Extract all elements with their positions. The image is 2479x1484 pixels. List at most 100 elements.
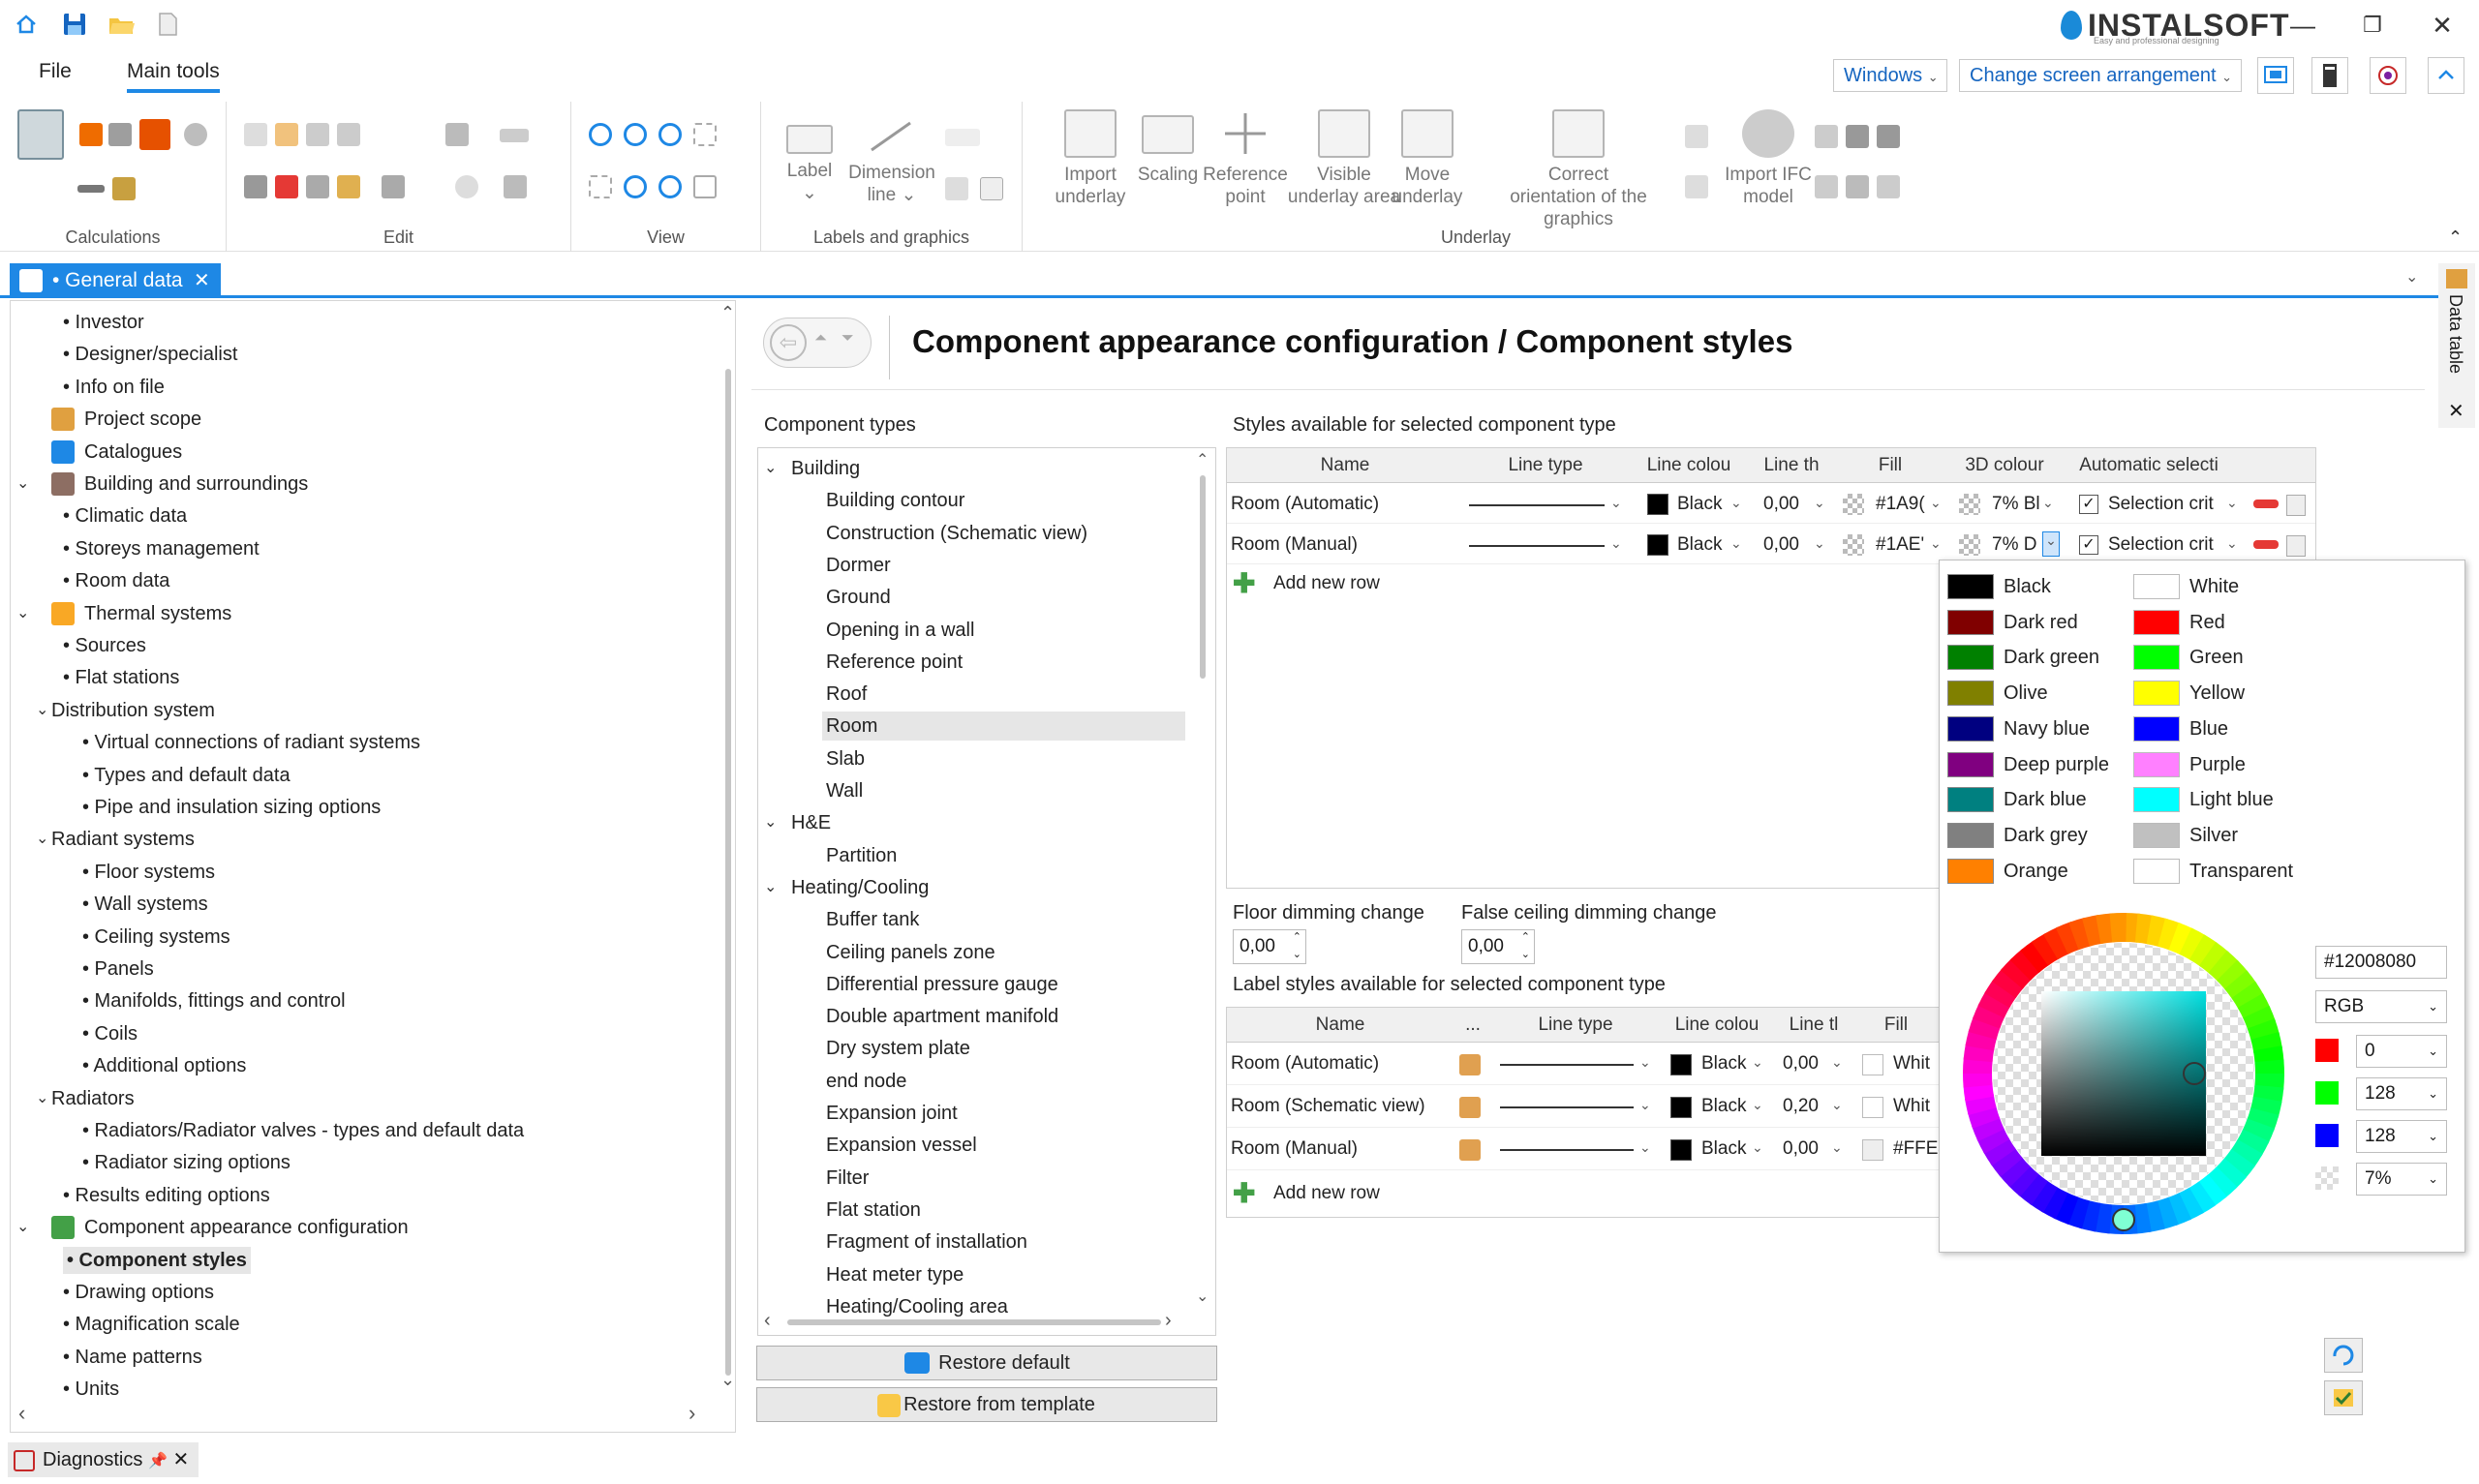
chevron-down-icon[interactable]: ⌄ <box>2042 531 2060 557</box>
page-icon[interactable] <box>980 177 1003 200</box>
component-type-item[interactable]: Differential pressure gauge <box>826 970 1058 999</box>
tree-item[interactable]: • Pipe and insulation sizing options <box>82 794 381 821</box>
tree-item[interactable]: Thermal systems <box>84 600 231 627</box>
col-line-thickness[interactable]: Line th <box>1750 448 1833 483</box>
copy-row-icon[interactable] <box>2286 495 2306 516</box>
color-name[interactable]: Olive <box>2004 681 2048 706</box>
component-type-item[interactable]: Ceiling panels zone <box>826 938 995 967</box>
boiler-icon[interactable] <box>79 123 103 146</box>
col-line-type[interactable]: Line type <box>1463 448 1628 483</box>
col-name[interactable]: Name <box>1227 448 1463 483</box>
tree-item[interactable]: Radiant systems <box>51 826 195 853</box>
color-name[interactable]: Dark green <box>2004 645 2099 670</box>
calculations-table-icon[interactable] <box>17 109 64 160</box>
open-folder-icon[interactable] <box>107 10 136 39</box>
tree-item[interactable]: • Wall systems <box>82 891 208 918</box>
tree-item[interactable]: • Flat stations <box>63 664 179 691</box>
tree-item[interactable]: • Virtual connections of radiant systems <box>82 729 420 756</box>
chevron-down-icon[interactable]: ⌄ <box>1639 1054 1651 1071</box>
styles-row[interactable]: Room (Manual) ⌄ Black ⌄ 0,00 ⌄ #1AE' ⌄ 7% D ⌄ ✓ Sel… <box>1227 526 2315 564</box>
move-icon[interactable] <box>382 175 405 198</box>
align-icon[interactable] <box>445 123 469 146</box>
color-swatch[interactable] <box>2133 858 2180 884</box>
label-settings-icon[interactable] <box>1459 1097 1481 1118</box>
red-input[interactable]: 0 ⌄ <box>2356 1035 2447 1068</box>
color-swatch[interactable] <box>1947 787 1994 813</box>
tree-item[interactable]: Distribution system <box>51 697 215 724</box>
color-name[interactable]: Purple <box>2189 752 2246 777</box>
color-swatch[interactable] <box>2133 574 2180 599</box>
new-file-icon[interactable] <box>153 10 182 39</box>
color-name[interactable]: Yellow <box>2189 681 2245 706</box>
tree-scroll-left-icon[interactable]: ‹ <box>18 1401 25 1426</box>
tree-item[interactable]: • Manifolds, fittings and control <box>82 987 346 1015</box>
tree-item[interactable]: • Magnification scale <box>63 1311 240 1338</box>
color-name[interactable]: Red <box>2189 610 2225 635</box>
chevron-down-icon[interactable]: ⌄ <box>1639 1097 1651 1113</box>
color-swatch[interactable] <box>1947 822 1994 848</box>
green-input[interactable]: 128 ⌄ <box>2356 1077 2447 1110</box>
zoom-window-icon[interactable] <box>693 123 717 146</box>
component-type-item[interactable]: Wall <box>826 776 863 805</box>
component-type-item[interactable]: Construction (Schematic view) <box>826 519 1087 548</box>
tree-item[interactable]: • Designer/specialist <box>63 341 237 368</box>
label-style-row[interactable]: Room (Manual) ⌄ Black ⌄ 0,00 ⌄ #FFE4 <box>1227 1130 1948 1170</box>
lcol-fill[interactable]: Fill <box>1852 1008 1940 1043</box>
label-add-row[interactable]: ✚ Add new row <box>1227 1174 1942 1213</box>
styles-row[interactable]: Room (Automatic) ⌄ Black ⌄ 0,00 ⌄ #1A9(⌄ 7% Bl ⌄… <box>1227 485 2315 524</box>
blue-input[interactable]: 128 ⌄ <box>2356 1120 2447 1153</box>
dimension-icon[interactable] <box>500 129 529 142</box>
color-swatch[interactable] <box>1947 858 1994 884</box>
color-swatch[interactable] <box>2133 609 2180 635</box>
radiator-icon[interactable] <box>108 123 132 146</box>
zoom-all-icon[interactable] <box>658 175 682 198</box>
drop-settings-icon[interactable] <box>2370 57 2406 94</box>
component-type-item[interactable]: Ground <box>826 583 891 612</box>
color-swatch[interactable] <box>2133 681 2180 707</box>
underlay-tool-4-icon[interactable] <box>1815 175 1838 198</box>
layout-icon[interactable] <box>2257 57 2294 94</box>
color-name[interactable]: Dark blue <box>2004 787 2087 812</box>
chevron-down-icon[interactable]: ⌄ <box>2226 535 2238 552</box>
apply-template-button[interactable] <box>2324 1380 2363 1415</box>
types-scroll-right-icon[interactable]: › <box>1165 1310 1172 1332</box>
chevron-down-icon[interactable]: ⌄ <box>1831 1054 1843 1071</box>
component-type-item[interactable]: Double apartment manifold <box>826 1002 1058 1031</box>
type-group-expander-icon[interactable]: ⌄ <box>764 455 777 482</box>
reference-point-button[interactable]: Reference point <box>1197 109 1294 208</box>
component-type-item[interactable]: Fragment of installation <box>826 1227 1027 1257</box>
tree-item[interactable]: Catalogues <box>84 439 182 466</box>
tree-expander-icon[interactable]: ⌄ <box>36 826 48 853</box>
tree-item[interactable]: • Component styles <box>63 1246 251 1274</box>
underlay-tool-6-icon[interactable] <box>1877 175 1900 198</box>
tree-item[interactable]: • Name patterns <box>63 1344 202 1371</box>
heat-source-icon[interactable] <box>139 119 170 150</box>
tag-icon[interactable] <box>504 175 527 198</box>
color-name[interactable]: Silver <box>2189 823 2238 848</box>
chevron-down-icon[interactable]: ⌄ <box>1610 495 1622 511</box>
zoom-fit-icon[interactable] <box>658 123 682 146</box>
color-name[interactable]: Green <box>2189 645 2244 670</box>
drop-icon[interactable] <box>184 123 207 146</box>
tree-item[interactable]: Project scope <box>84 406 201 433</box>
component-type-item[interactable]: Dry system plate <box>826 1034 970 1063</box>
color-swatch[interactable] <box>2133 822 2180 848</box>
zoom-out-icon[interactable] <box>624 123 647 146</box>
tree-item[interactable]: • Sources <box>63 632 146 659</box>
component-type-item[interactable]: Expansion vessel <box>826 1131 977 1160</box>
tree-scroll-right-icon[interactable]: › <box>689 1401 695 1426</box>
restore-default-button[interactable]: Restore default <box>756 1346 1217 1380</box>
component-type-item[interactable]: Buffer tank <box>826 905 919 934</box>
component-type-item[interactable]: Roof <box>826 680 867 709</box>
lcol-line-thickness[interactable]: Line tl <box>1775 1008 1852 1043</box>
tree-expander-icon[interactable]: ⌄ <box>36 697 48 724</box>
move-underlay-button[interactable]: Move underlay <box>1379 109 1476 208</box>
zoom-in-icon[interactable] <box>589 123 612 146</box>
close-tab-icon[interactable]: ✕ <box>194 263 210 298</box>
col-line-colour[interactable]: Line colou <box>1628 448 1750 483</box>
chevron-down-icon[interactable]: ⌄ <box>2226 495 2238 511</box>
restore-from-template-button[interactable]: Restore from template <box>756 1387 1217 1422</box>
tree-item[interactable]: • Ceiling systems <box>82 924 230 951</box>
chevron-down-icon[interactable]: ⌄ <box>2042 495 2054 511</box>
text-style-icon[interactable] <box>945 129 980 146</box>
